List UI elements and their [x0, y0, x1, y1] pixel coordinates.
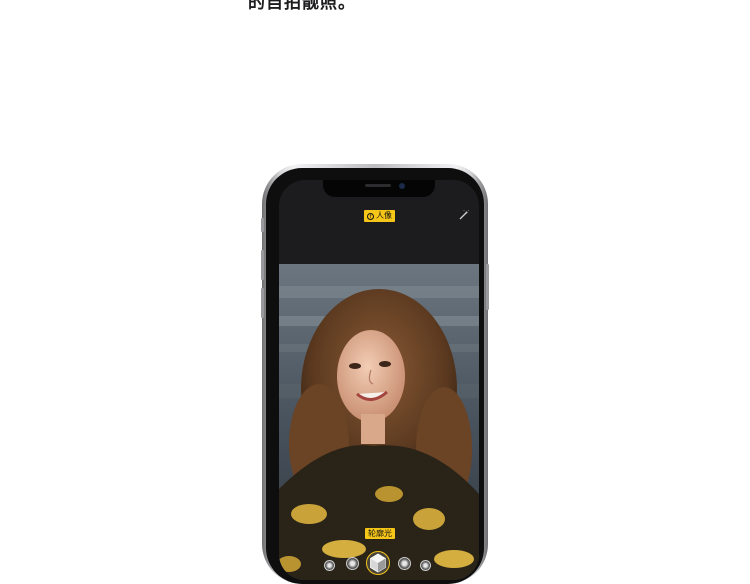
camera-viewfinder[interactable]: 轮廓光 [279, 264, 479, 580]
studio-light-option-icon[interactable] [346, 557, 359, 570]
natural-light-option-icon[interactable] [324, 560, 335, 571]
volume-down-button [261, 288, 264, 318]
portrait-mode-badge[interactable]: f 人像 [364, 210, 395, 222]
volume-up-button [261, 250, 264, 280]
lighting-effect-label: 轮廓光 [365, 528, 395, 539]
phone-screen: f 人像 轮廓光 [279, 180, 479, 580]
stage-light-mono-option-icon[interactable] [420, 560, 431, 571]
front-camera-icon [399, 183, 405, 189]
notch [323, 180, 435, 197]
speaker-grille [365, 184, 391, 187]
phone-bezel: f 人像 轮廓光 [266, 168, 484, 584]
contour-light-selected-icon[interactable] [366, 551, 390, 575]
portrait-mode-label: 人像 [376, 211, 392, 220]
f-aperture-icon: f [367, 212, 374, 220]
stage-light-option-icon[interactable] [398, 557, 411, 570]
portrait-lighting-selector[interactable] [279, 549, 479, 579]
silent-switch [261, 218, 264, 232]
iphone-device: f 人像 轮廓光 [261, 164, 489, 584]
side-button [486, 264, 489, 310]
caption-text: 的自拍靓照。 [248, 0, 356, 13]
magic-wand-icon[interactable] [457, 210, 469, 222]
